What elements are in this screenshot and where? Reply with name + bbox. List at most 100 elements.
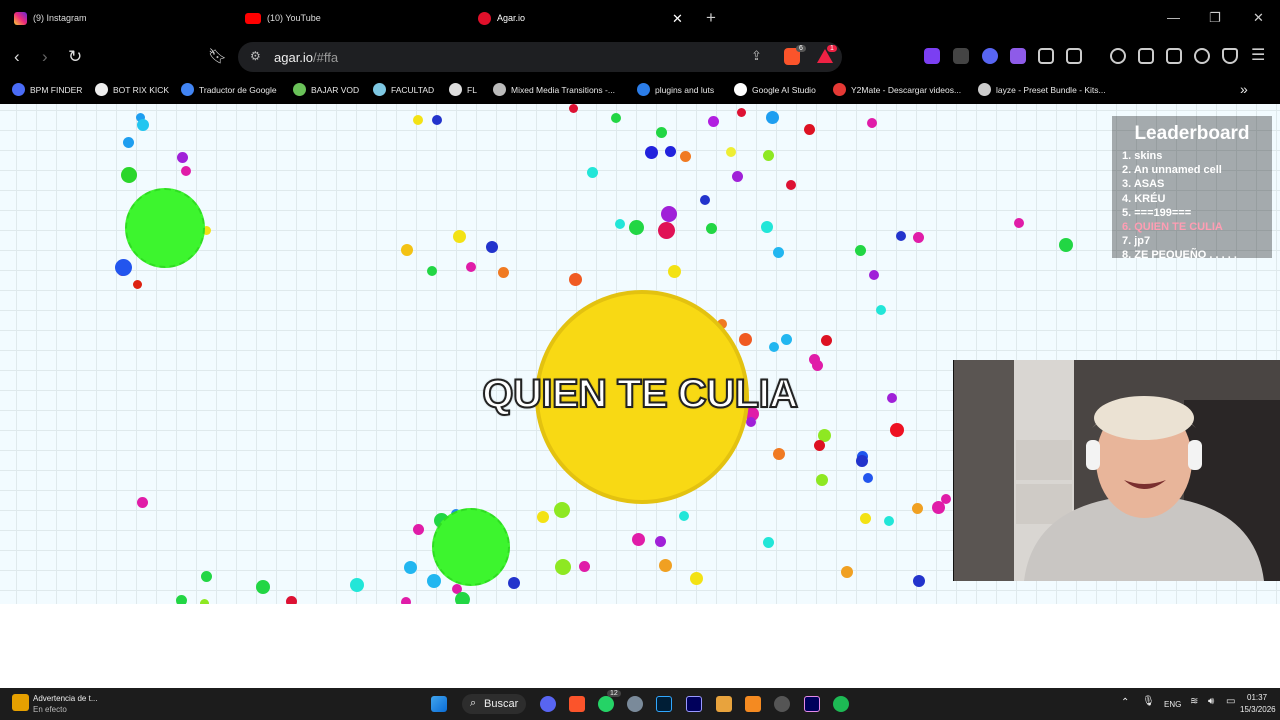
extension-icon[interactable] xyxy=(1010,48,1026,64)
battery-icon[interactable]: ▭ xyxy=(1226,696,1235,707)
food-pellet xyxy=(841,566,853,578)
new-tab-icon[interactable]: + xyxy=(706,8,716,28)
forward-icon[interactable]: › xyxy=(42,47,48,67)
back-icon[interactable]: ‹ xyxy=(14,47,20,67)
extension-icon[interactable] xyxy=(953,48,969,64)
food-pellet xyxy=(667,264,681,278)
volume-icon[interactable]: 🔊︎ xyxy=(1208,696,1214,707)
menu-icon[interactable]: ☰ xyxy=(1251,45,1265,65)
food-pellet xyxy=(679,511,689,521)
minimize-icon[interactable]: — xyxy=(1167,10,1180,25)
more-bookmarks-icon[interactable]: » xyxy=(1240,81,1248,97)
food-pellet xyxy=(497,266,509,278)
leaderboard-entry: 3. ASAS xyxy=(1122,178,1165,191)
wifi-icon[interactable]: ≋ xyxy=(1190,696,1198,707)
food-pellet xyxy=(136,496,148,508)
leaderboard-entry: 5. ===199=== xyxy=(1122,206,1192,219)
spotify-icon[interactable] xyxy=(833,696,849,712)
food-pellet xyxy=(175,594,187,604)
close-window-icon[interactable]: ✕ xyxy=(1253,10,1264,26)
tab-youtube[interactable]: (10) YouTube xyxy=(245,0,321,36)
address-bar[interactable]: ⚙ agar.io/#ffa ⇪ 6 1 xyxy=(238,42,842,72)
leaderboard-entry: 6. QUIEN TE CULIA xyxy=(1122,221,1223,234)
bookmark-item[interactable]: BPM FINDER xyxy=(12,83,82,96)
food-pellet xyxy=(867,118,877,128)
site-settings-icon[interactable]: ⚙ xyxy=(250,49,261,63)
sidebar-icon[interactable] xyxy=(1138,48,1154,64)
bookmark-item[interactable]: BAJAR VOD xyxy=(293,83,359,96)
bookmark-label: Y2Mate - Descargar videos... xyxy=(851,84,962,95)
bookmark-item[interactable]: plugins and luts xyxy=(637,83,714,96)
agar-icon xyxy=(478,11,491,25)
tab-instagram[interactable]: (9) Instagram xyxy=(14,0,87,36)
bookmark-item[interactable]: Google AI Studio xyxy=(734,83,816,96)
obs-icon[interactable] xyxy=(774,696,790,712)
food-pellet xyxy=(738,332,752,346)
food-pellet xyxy=(655,126,667,138)
bookmark-item[interactable]: BOT RIX KICK xyxy=(95,83,169,96)
share-icon[interactable]: ⇪ xyxy=(751,48,762,64)
close-tab-icon[interactable]: ✕ xyxy=(672,11,683,27)
bookmark-icon[interactable]: 🔖︎ xyxy=(208,47,227,65)
food-pellet xyxy=(631,532,645,546)
food-pellet xyxy=(200,570,212,582)
bookmark-label: Traductor de Google xyxy=(199,84,277,95)
food-pellet xyxy=(911,502,923,514)
warning-notification-icon[interactable] xyxy=(12,694,29,711)
screenshot-icon[interactable] xyxy=(1066,48,1082,64)
language-indicator[interactable]: ENG xyxy=(1164,700,1181,709)
windows-start-icon[interactable] xyxy=(431,696,447,712)
windows-taskbar: Advertencia de t... En efecto ⌕ Buscar 1… xyxy=(0,688,1280,720)
extensions-puzzle-icon[interactable] xyxy=(1038,48,1054,64)
bookmark-item[interactable]: Mixed Media Transitions -... xyxy=(493,83,615,96)
page-blank-area xyxy=(0,604,1280,688)
after-effects-icon[interactable] xyxy=(686,696,702,712)
file-explorer-icon[interactable] xyxy=(716,696,732,712)
tab-label: (10) YouTube xyxy=(267,13,321,23)
fl-studio-icon[interactable] xyxy=(745,696,761,712)
food-pellet xyxy=(700,195,710,205)
bookmark-item[interactable]: Y2Mate - Descargar videos... xyxy=(833,83,961,96)
food-pellet xyxy=(611,113,621,123)
vpn-icon[interactable] xyxy=(1222,48,1238,64)
whatsapp-icon[interactable] xyxy=(598,696,614,712)
reload-icon[interactable]: ↻ xyxy=(68,47,82,67)
bot-icon xyxy=(95,83,108,96)
food-pellet xyxy=(508,577,520,589)
bookmark-item[interactable]: Traductor de Google xyxy=(181,83,277,96)
microphone-icon[interactable]: 🎙︎ xyxy=(1142,696,1155,707)
wallet-icon[interactable] xyxy=(1166,48,1182,64)
food-pellet xyxy=(679,150,691,162)
settings-icon[interactable] xyxy=(627,696,643,712)
tab-agar[interactable]: Agar.io xyxy=(478,0,525,36)
discord-icon[interactable] xyxy=(540,696,556,712)
food-pellet xyxy=(896,231,906,241)
food-pellet xyxy=(285,595,297,604)
brave-icon[interactable] xyxy=(569,696,585,712)
clock-date[interactable]: 15/3/2026 xyxy=(1240,705,1276,714)
url-text: agar.io/#ffa xyxy=(274,50,338,65)
photoshop-icon[interactable] xyxy=(656,696,672,712)
taskbar-search[interactable]: ⌕ Buscar xyxy=(462,694,526,714)
leo-ai-icon[interactable] xyxy=(1194,48,1210,64)
premiere-icon[interactable] xyxy=(804,696,820,712)
url-path: /#ffa xyxy=(313,50,339,65)
bookmark-item[interactable]: FACULTAD xyxy=(373,83,434,96)
food-pellet xyxy=(132,279,142,289)
leaderboard-entry: 8. ZE PEQUEÑO . . . . . xyxy=(1122,249,1237,258)
food-pellet xyxy=(486,241,498,253)
extension-icon[interactable] xyxy=(924,48,940,64)
bookmark-item[interactable]: layze - Preset Bundle - Kits... xyxy=(978,83,1106,96)
webcam-streamer-image xyxy=(954,360,1280,581)
music-icon[interactable] xyxy=(1110,48,1126,64)
bookmarks-bar: BPM FINDER BOT RIX KICK Traductor de Googl… xyxy=(0,78,1280,104)
game-canvas[interactable]: QUIEN TE CULIA Leaderboard 1. skins 2. An… xyxy=(0,104,1280,604)
chevron-up-icon[interactable]: ⌃ xyxy=(1121,697,1129,708)
bookmark-item[interactable]: FL xyxy=(449,83,477,96)
food-pellet xyxy=(657,221,675,239)
clock-time[interactable]: 01:37 xyxy=(1247,693,1267,702)
bookmark-label: FL xyxy=(467,84,477,95)
restore-icon[interactable]: ❐ xyxy=(1209,10,1221,26)
discord-extension-icon[interactable] xyxy=(982,48,998,64)
bookmark-label: FACULTAD xyxy=(391,84,435,95)
